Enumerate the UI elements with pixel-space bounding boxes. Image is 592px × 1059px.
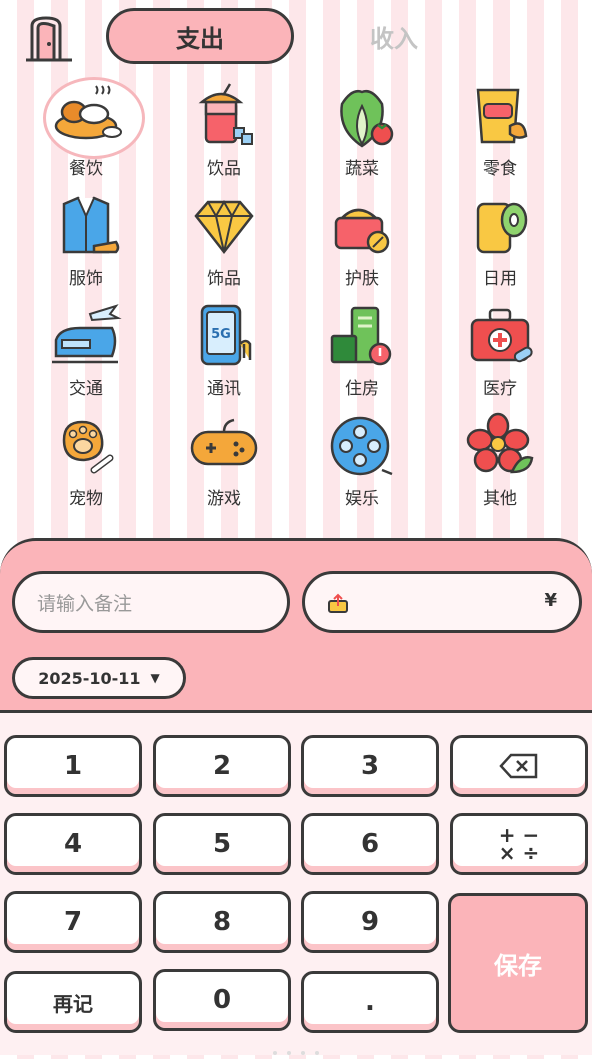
category-label: 零食	[483, 159, 517, 179]
category-snack[interactable]: 零食	[440, 80, 560, 180]
category-label: 住房	[345, 379, 379, 399]
category-vegetable[interactable]: 蔬菜	[302, 80, 422, 180]
meal-icon	[54, 85, 122, 140]
category-meal[interactable]: 餐饮	[26, 77, 146, 180]
date-value: 2025-10-11	[38, 668, 141, 688]
key-0[interactable]: 0	[153, 969, 291, 1031]
category-label: 交通	[69, 379, 103, 399]
key-2[interactable]: 2	[153, 735, 291, 797]
category-entertainment[interactable]: 娱乐	[302, 410, 422, 510]
category-communication[interactable]: 5G 通讯	[164, 300, 284, 400]
category-drink[interactable]: 饮品	[164, 80, 284, 180]
key-4[interactable]: 4	[4, 813, 142, 875]
category-pet[interactable]: 宠物	[26, 410, 146, 510]
tab-income[interactable]: 收入	[340, 8, 448, 64]
category-label: 通讯	[207, 379, 241, 399]
skincare-icon	[334, 208, 390, 254]
jewelry-icon	[194, 199, 254, 255]
save-button[interactable]: 保存	[448, 893, 588, 1033]
amount-field[interactable]: ¥	[302, 571, 582, 633]
category-label: 饰品	[207, 269, 241, 289]
key-decimal[interactable]: .	[301, 971, 439, 1033]
record-again-button[interactable]: 再记	[4, 971, 142, 1033]
category-label: 日用	[483, 269, 517, 289]
key-5[interactable]: 5	[153, 813, 291, 875]
number-keypad: 1 2 3 4 5 6 + − × ÷ 7 8 9 保存 再记 0 .	[0, 710, 592, 1055]
category-label: 医疗	[483, 379, 517, 399]
phone-icon: 5G	[200, 304, 252, 366]
category-daily-use[interactable]: 日用	[440, 190, 560, 290]
category-label: 游戏	[207, 489, 241, 509]
flower-icon	[466, 412, 534, 474]
train-icon	[52, 304, 122, 364]
category-jewelry[interactable]: 饰品	[164, 190, 284, 290]
pet-paw-icon	[62, 420, 114, 474]
key-1[interactable]: 1	[4, 735, 142, 797]
category-transport[interactable]: 交通	[26, 300, 146, 400]
category-game[interactable]: 游戏	[164, 410, 284, 510]
key-9[interactable]: 9	[301, 891, 439, 953]
category-label: 娱乐	[345, 489, 379, 509]
backspace-icon	[499, 753, 538, 779]
film-reel-icon	[330, 416, 393, 476]
date-selector[interactable]: 2025-10-11 ▼	[12, 657, 186, 699]
category-label: 宠物	[69, 489, 103, 509]
category-other[interactable]: 其他	[440, 410, 560, 510]
category-label: 饮品	[207, 159, 241, 179]
category-clothing[interactable]: 服饰	[26, 190, 146, 290]
top-bar: 支出 收入	[0, 0, 592, 72]
caret-down-icon: ▼	[150, 671, 160, 685]
exit-door-icon[interactable]	[24, 14, 76, 64]
tab-expense[interactable]: 支出	[106, 8, 294, 64]
backspace-key[interactable]	[450, 735, 588, 797]
gamepad-icon	[190, 418, 258, 466]
housing-icon	[330, 306, 392, 366]
vegetable-icon	[340, 90, 394, 148]
page-indicator	[268, 1040, 324, 1059]
key-3[interactable]: 3	[301, 735, 439, 797]
category-housing[interactable]: 住房	[302, 300, 422, 400]
svg-text:5G: 5G	[211, 327, 231, 342]
currency-symbol: ¥	[544, 590, 557, 611]
category-label: 其他	[483, 489, 517, 509]
key-8[interactable]: 8	[153, 891, 291, 953]
category-medical[interactable]: 医疗	[440, 300, 560, 400]
key-7[interactable]: 7	[4, 891, 142, 953]
upload-icon[interactable]	[327, 592, 349, 618]
drink-icon	[198, 83, 253, 145]
category-label: 蔬菜	[345, 159, 379, 179]
category-label: 护肤	[345, 269, 379, 289]
clothing-icon	[62, 196, 120, 254]
daily-use-icon	[476, 202, 528, 254]
medical-kit-icon	[470, 308, 533, 363]
note-input[interactable]: 请输入备注	[12, 571, 290, 633]
operators-key[interactable]: + − × ÷	[450, 813, 588, 875]
category-label: 服饰	[69, 269, 103, 289]
category-skincare[interactable]: 护肤	[302, 190, 422, 290]
key-6[interactable]: 6	[301, 813, 439, 875]
snack-icon	[476, 88, 528, 144]
